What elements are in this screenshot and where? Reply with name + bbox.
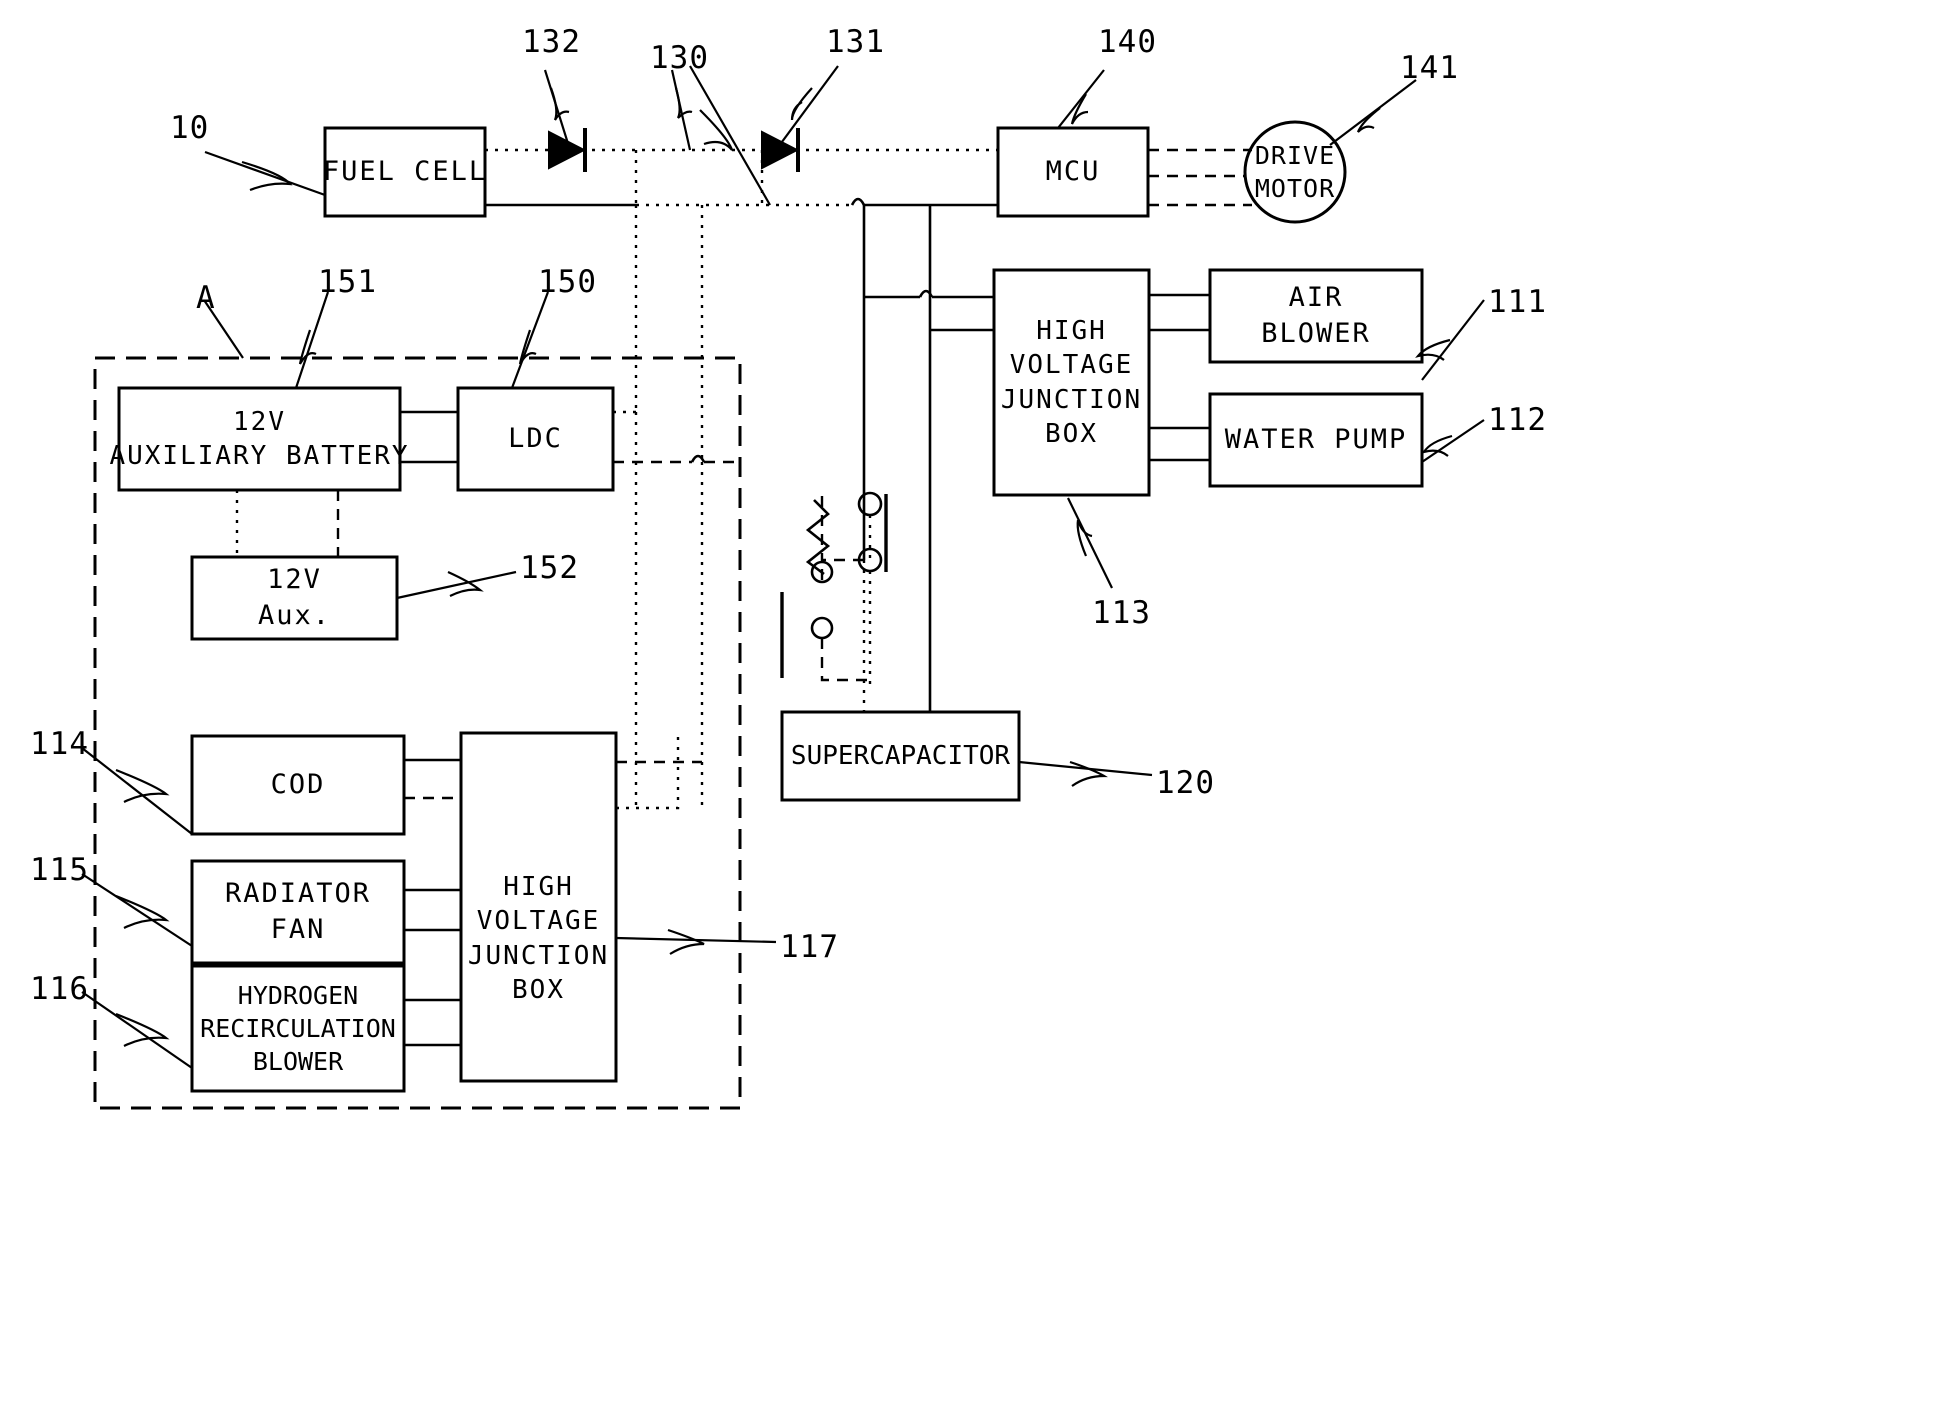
ref-number-151: 151	[318, 264, 377, 300]
ref-number-10: 10	[170, 110, 210, 146]
precharge-relay-circuit	[780, 491, 888, 690]
ref-number-116: 116	[30, 971, 89, 1007]
ref-number-111: 111	[1488, 284, 1547, 320]
ref-number-130: 130	[650, 40, 709, 76]
ref-number-152: 152	[520, 550, 579, 586]
diode-132-icon	[548, 128, 587, 172]
ref-number-114: 114	[30, 726, 89, 762]
block-outlines	[117, 120, 1424, 1093]
ref-number-141: 141	[1400, 50, 1459, 86]
ref-number-112: 112	[1488, 402, 1547, 438]
diode-131-icon	[761, 128, 800, 172]
hv113-load-links	[1149, 293, 1210, 462]
patent-figure-sheet: .solid { stroke:#000; stroke-width:2.6; …	[0, 0, 1943, 1410]
ref-number-120: 120	[1156, 765, 1215, 801]
ref-number-115: 115	[30, 852, 89, 888]
ref-number-140: 140	[1098, 24, 1157, 60]
diagram-line-layer: .solid { stroke:#000; stroke-width:2.6; …	[81, 65, 1485, 1110]
ref-number-A: A	[196, 280, 216, 316]
ref-number-113: 113	[1092, 595, 1151, 631]
ref-number-150: 150	[538, 264, 597, 300]
ref-number-117: 117	[780, 929, 839, 965]
ref-number-132: 132	[522, 24, 581, 60]
ref-number-131: 131	[826, 24, 885, 60]
